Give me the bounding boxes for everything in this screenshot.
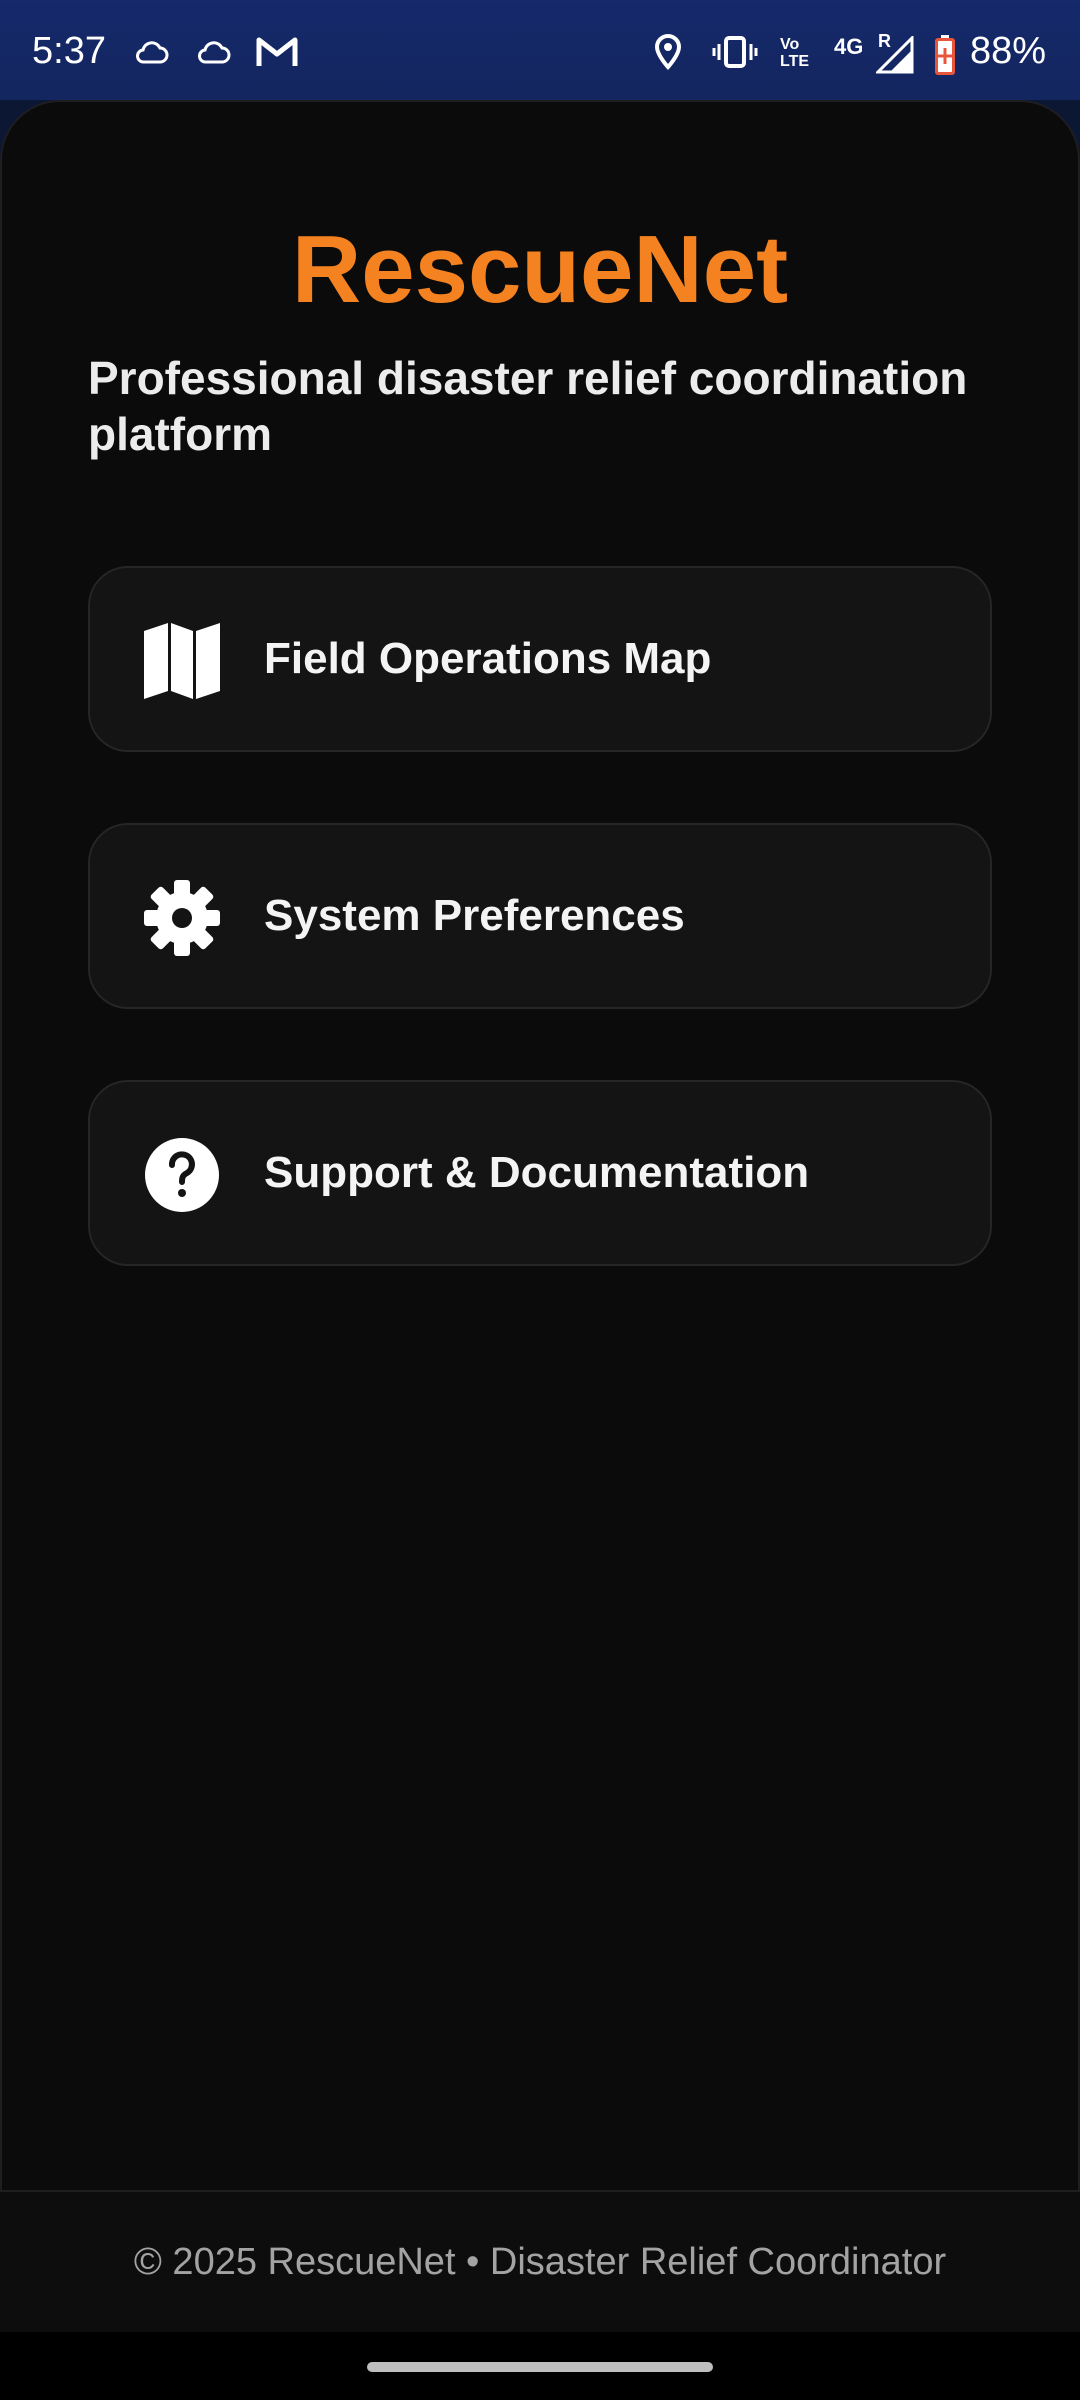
location-icon — [654, 33, 682, 70]
field-operations-map-button[interactable]: Field Operations Map — [88, 566, 992, 752]
home-indicator[interactable] — [367, 2362, 713, 2372]
system-preferences-label: System Preferences — [264, 891, 685, 940]
app-subtitle: Professional disaster relief coordinatio… — [88, 352, 968, 460]
gmail-icon — [256, 37, 298, 66]
help-icon — [145, 1138, 219, 1212]
battery-icon — [935, 35, 955, 75]
footer: © 2025 RescueNet • Disaster Relief Coord… — [0, 2190, 1080, 2332]
footer-copyright: © 2025 RescueNet • Disaster Relief Coord… — [133, 2241, 947, 2283]
navigation-bar — [0, 2332, 1080, 2400]
status-time: 5:37 — [32, 30, 106, 72]
vibrate-icon — [712, 36, 758, 68]
battery-percent: 88% — [969, 30, 1046, 72]
system-preferences-button[interactable]: System Preferences — [88, 823, 992, 1009]
cloud-icon — [136, 41, 169, 64]
support-documentation-label: Support & Documentation — [264, 1148, 810, 1197]
gear-icon — [144, 880, 220, 956]
app-title: RescueNet — [291, 216, 789, 323]
field-operations-map-label: Field Operations Map — [264, 634, 712, 683]
volte-indicator: Vo LTE — [780, 36, 810, 70]
status-bar: 5:37 Vo LTE 4G R 88% — [0, 0, 1080, 100]
map-icon — [144, 623, 220, 699]
signal-icon — [876, 36, 914, 74]
support-documentation-button[interactable]: Support & Documentation — [88, 1080, 992, 1266]
network-type: 4G — [834, 34, 864, 59]
cloud-icon — [198, 41, 231, 64]
